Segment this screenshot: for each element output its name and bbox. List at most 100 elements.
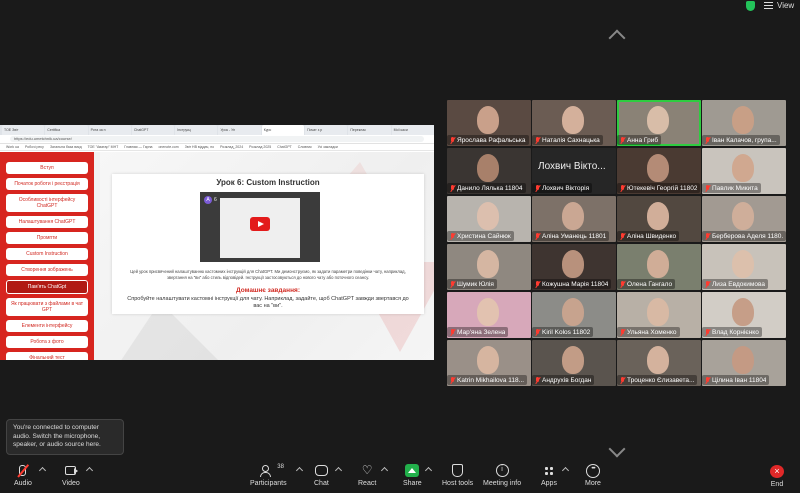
audio-options-chevron-icon[interactable] [38,466,47,475]
lesson-nav-item[interactable]: Custom Instruction [6,248,88,260]
end-meeting-button[interactable]: End [770,464,784,488]
browser-tab[interactable]: TOE Звіт [2,125,45,135]
participant-name: Ютекевіч Георгій 11802 [627,184,698,192]
bookmark-item[interactable]: Звіт НВ віддач, по [185,144,214,150]
react-options-chevron-icon[interactable] [380,466,389,475]
participant-tile[interactable]: Данило Лялька 11804 [447,148,531,194]
browser-tab[interactable]: ChatGPT [131,125,175,135]
participant-tile[interactable]: Іван Калачов, група... [702,100,786,146]
bookmark-item[interactable]: Словник [298,144,312,150]
chat-options-chevron-icon[interactable] [334,466,343,475]
lesson-nav-item[interactable]: Промпти [6,232,88,244]
participant-tile[interactable]: Лиза Евдокимова [702,244,786,290]
microphone-muted-icon [16,464,30,477]
bookmark-item[interactable]: ChatGPT [277,144,292,150]
participant-tile[interactable]: Христина Сайнюк [447,196,531,242]
participant-tile[interactable]: Павлик Микита [702,148,786,194]
bookmark-item[interactable]: Главная — Гарна [124,144,152,150]
participant-name: Ульяна Хоменко [627,328,677,336]
host-tools-button[interactable]: Host tools [442,464,473,487]
bookmark-item[interactable]: Work ua [6,144,19,150]
participant-tile[interactable]: Наталія Сахнацька [532,100,616,146]
browser-tab[interactable]: Рота за п [88,125,131,135]
participant-tile[interactable]: Мар'яна Зелена [447,292,531,338]
participant-name: Павлик Микита [712,184,758,192]
browser-tab[interactable]: Certifica [45,125,88,135]
audio-button[interactable]: Audio [14,464,32,487]
browser-tab[interactable]: Почат з р [305,125,348,135]
encryption-shield-icon[interactable] [746,1,755,11]
lesson-nav-item[interactable]: Створення зображень [6,264,88,276]
video-options-chevron-icon[interactable] [85,466,94,475]
participant-name-tag: Ярослава Рафальська [447,135,529,145]
lesson-nav-item[interactable]: Початок роботи і реєстрація [6,178,88,190]
lesson-nav-item[interactable]: Фінальний тест [6,352,88,360]
mic-muted-icon [620,280,625,288]
participant-name-tag: Цілина Іван 11804 [702,375,770,385]
meeting-info-label: Meeting info [483,480,522,487]
participant-tile[interactable]: Шумик Юлія [447,244,531,290]
meeting-toolbar: Audio Video 38 Participants Chat ♡ React… [0,458,800,493]
bookmark-item[interactable]: Робочі ресу [25,144,44,150]
participant-tile[interactable]: Аліна Швиденко [617,196,701,242]
apps-button[interactable]: Apps [541,464,557,487]
participant-name-tag: Мар'яна Зелена [447,327,509,337]
video-number: 6 [214,197,217,203]
participant-tile[interactable]: Аліна Уманець 11801 [532,196,616,242]
participant-video [562,202,584,230]
participant-tile[interactable]: Ютекевіч Георгій 11802 [617,148,701,194]
view-button[interactable]: View [764,1,794,10]
bookmark-item[interactable]: Розклад 2025 [249,144,271,150]
bookmark-item[interactable]: Загальна база викд [50,144,82,150]
video-button[interactable]: Video [62,464,80,487]
participant-tile[interactable]: Берберова Аделя 1180... [702,196,786,242]
participant-tile[interactable]: Ульяна Хоменко [617,292,701,338]
participant-name: Наталія Сахнацька [542,136,600,144]
browser-tab[interactable]: Курс [261,125,305,135]
participant-tile[interactable]: Троценко Єлизавета... [617,340,701,386]
participants-options-chevron-icon[interactable] [295,466,304,475]
participant-tile[interactable]: Katrin Mikhailova 118... [447,340,531,386]
more-button[interactable]: More [585,464,601,487]
gallery-scroll-up-icon[interactable] [608,29,626,47]
share-options-chevron-icon[interactable] [424,466,433,475]
participant-tile[interactable]: Ярослава Рафальська [447,100,531,146]
lesson-nav-item[interactable]: Особливості інтерфейсу ChatGPT [6,194,88,212]
bookmark-item[interactable]: Розклад_2024 [220,144,243,150]
participant-tile[interactable]: Цілина Іван 11804 [702,340,786,386]
lesson-video[interactable]: A 6 [200,192,320,262]
lesson-nav-item[interactable]: Як працювати з файлами в чат GPT [6,298,88,316]
participant-video [477,202,499,230]
participant-tile[interactable]: Кожушна Марія 11804 [532,244,616,290]
participants-button[interactable]: 38 Participants [250,464,287,487]
meeting-info-button[interactable]: Meeting info [483,464,521,487]
participant-tile[interactable]: Kiril Kolos 11802 [532,292,616,338]
participant-tile[interactable]: Влад Корнієнко [702,292,786,338]
browser-address-bar: https://edu.umetchnik.ua/course/ [0,135,434,144]
play-icon[interactable] [250,217,270,231]
lesson-nav-item[interactable]: Пам'ять ChatGpt [6,280,88,294]
bookmark-item[interactable]: Усі закладки [318,144,338,150]
lesson-nav-item[interactable]: Налаштування ChatGPT [6,216,88,228]
browser-tab[interactable]: Інструкц [175,125,218,135]
video-label: Video [62,480,80,487]
chat-button[interactable]: Chat [314,464,329,487]
lesson-nav-item[interactable]: Робота з фото [6,336,88,348]
gallery-scroll-down-icon[interactable] [608,440,626,458]
participant-tile[interactable]: Анна Гриб [617,100,701,146]
lesson-nav-item[interactable]: Елементи інтерфейсу [6,320,88,332]
apps-options-chevron-icon[interactable] [561,466,570,475]
participant-tile[interactable]: Лохвич Вікто... Лохвич Вікторія [532,148,616,194]
react-button[interactable]: ♡ React [358,464,376,488]
participant-tile[interactable]: Олена Гангало [617,244,701,290]
participant-name-tag: Анна Гриб [617,135,662,145]
bookmark-item[interactable]: TOE "Аватар" МНТ [88,144,119,150]
lesson-nav-item[interactable]: Вступ [6,162,88,174]
browser-tab[interactable]: Мої каси [391,125,434,135]
share-button[interactable]: Share [403,464,422,487]
participant-tile[interactable]: Андрухів Богдан [532,340,616,386]
browser-tab[interactable]: Переклас [348,125,391,135]
bookmark-item[interactable]: onenote.com [158,144,178,150]
browser-tab[interactable]: Урок - Уп [218,125,261,135]
mic-muted-icon [705,232,710,240]
